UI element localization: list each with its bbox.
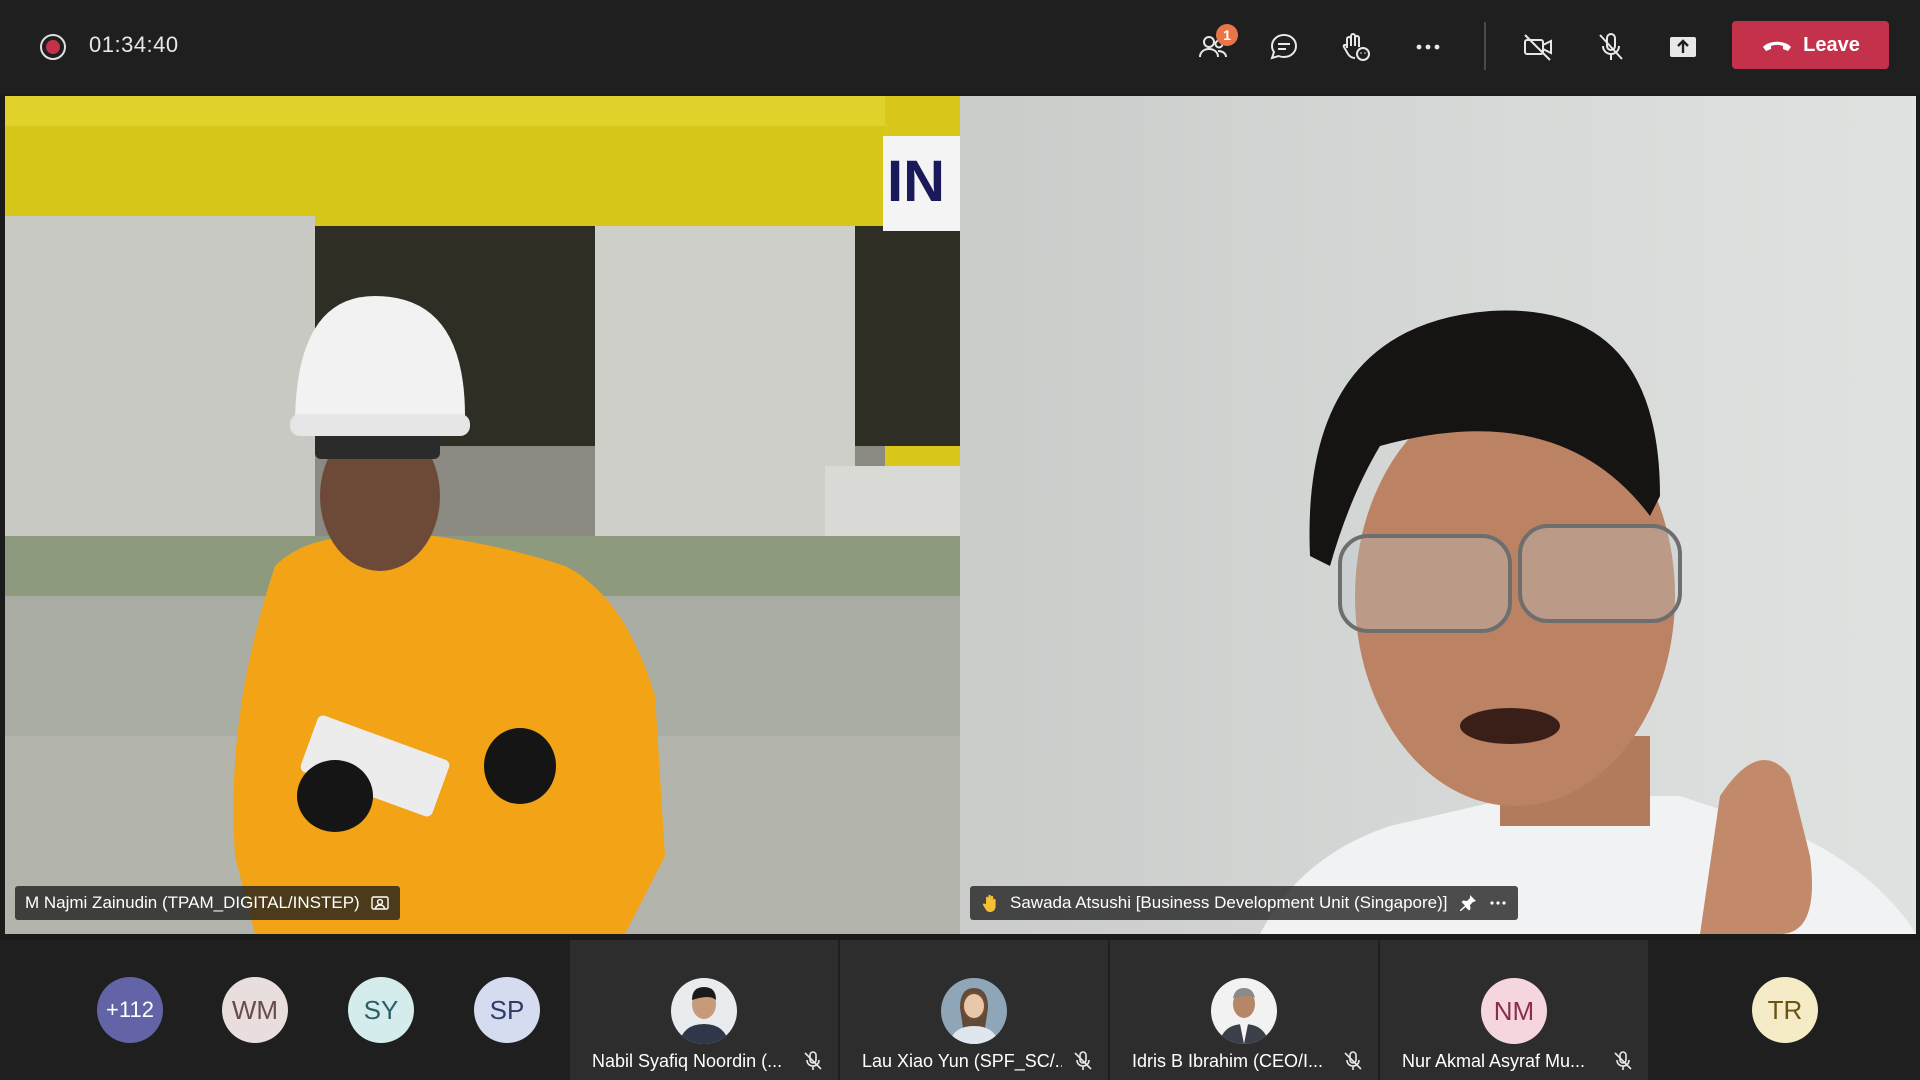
participant-tile[interactable]: Idris B Ibrahim (CEO/I... (1110, 940, 1378, 1080)
avatar[interactable]: SY (348, 977, 414, 1043)
leave-label: Leave (1803, 33, 1860, 56)
mic-off-icon (804, 1051, 822, 1070)
pin-icon (1459, 895, 1476, 911)
participant-tile[interactable]: Nabil Syafiq Noordin (... (570, 940, 838, 1080)
mic-off-icon (1074, 1051, 1092, 1070)
avatar[interactable]: SP (474, 977, 540, 1043)
video-frame-worker: IN (5, 96, 960, 934)
mic-off-icon (1344, 1051, 1362, 1070)
hand-reaction-icon (1342, 33, 1370, 61)
meeting-timer: 01:34:40 (89, 32, 179, 57)
raise-hand-button[interactable] (1330, 22, 1380, 72)
participant-video-right[interactable]: Sawada Atsushi [Business Development Uni… (960, 96, 1916, 934)
mic-button[interactable] (1586, 22, 1636, 72)
more-icon (1416, 44, 1440, 50)
avatar (941, 978, 1007, 1044)
avatar-initials: WM (231, 994, 279, 1025)
avatar[interactable]: TR (1752, 977, 1818, 1043)
avatar: NM (1481, 978, 1547, 1044)
chat-button[interactable] (1259, 22, 1309, 72)
participant-tile[interactable]: NM Nur Akmal Asyraf Mu... (1380, 940, 1648, 1080)
participants-badge: 1 (1216, 24, 1238, 46)
video-name-tag: M Najmi Zainudin (TPAM_DIGITAL/INSTEP) (15, 886, 400, 920)
avatar-initials: SP (489, 994, 525, 1025)
participant-name: M Najmi Zainudin (TPAM_DIGITAL/INSTEP) (25, 893, 360, 912)
hang-up-icon (1763, 41, 1792, 51)
overflow-count: +112 (106, 997, 154, 1022)
avatar[interactable]: WM (222, 977, 288, 1043)
share-content-button[interactable] (1658, 22, 1708, 72)
participant-tile[interactable]: Lau Xiao Yun (SPF_SC/... (840, 940, 1108, 1080)
more-options-icon[interactable] (1488, 893, 1508, 913)
avatar (1211, 978, 1277, 1044)
participant-name: Lau Xiao Yun (SPF_SC/... (862, 1051, 1062, 1071)
camera-off-icon (1524, 34, 1552, 61)
recording-icon (40, 34, 66, 60)
avatar-initials: SY (363, 994, 399, 1025)
participant-video-left[interactable]: IN M Najmi Zainudin (TPAM_DIGITAL/INSTEP… (5, 96, 960, 934)
avatar-initials: TR (1767, 994, 1803, 1025)
participant-name: Sawada Atsushi [Business Development Uni… (1010, 893, 1448, 912)
leave-button[interactable]: Leave (1732, 21, 1889, 69)
avatar (671, 978, 737, 1044)
svg-text:IN: IN (887, 149, 945, 214)
participant-name: Nur Akmal Asyraf Mu... (1402, 1051, 1586, 1071)
overflow-participants-button[interactable]: +112 (97, 977, 163, 1043)
meeting-toolbar: 01:34:40 1 Leave (0, 0, 1920, 94)
participants-button[interactable]: 1 (1188, 22, 1238, 72)
raised-hand-icon (982, 894, 996, 912)
camera-button[interactable] (1513, 22, 1563, 72)
participant-name: Idris B Ibrahim (CEO/I... (1132, 1051, 1324, 1071)
background-effects-icon (371, 896, 389, 910)
participant-name: Nabil Syafiq Noordin (... (592, 1051, 783, 1071)
share-icon (1670, 37, 1696, 57)
avatar-initials: NM (1493, 995, 1535, 1026)
mic-off-icon (1599, 33, 1623, 60)
video-name-tag-speaker: Sawada Atsushi [Business Development Uni… (970, 886, 1518, 920)
chat-icon (1270, 33, 1298, 60)
more-actions-button[interactable] (1403, 22, 1453, 72)
mic-off-icon (1614, 1051, 1632, 1070)
toolbar-divider (1484, 22, 1486, 70)
video-frame-speaker (1260, 310, 1916, 934)
